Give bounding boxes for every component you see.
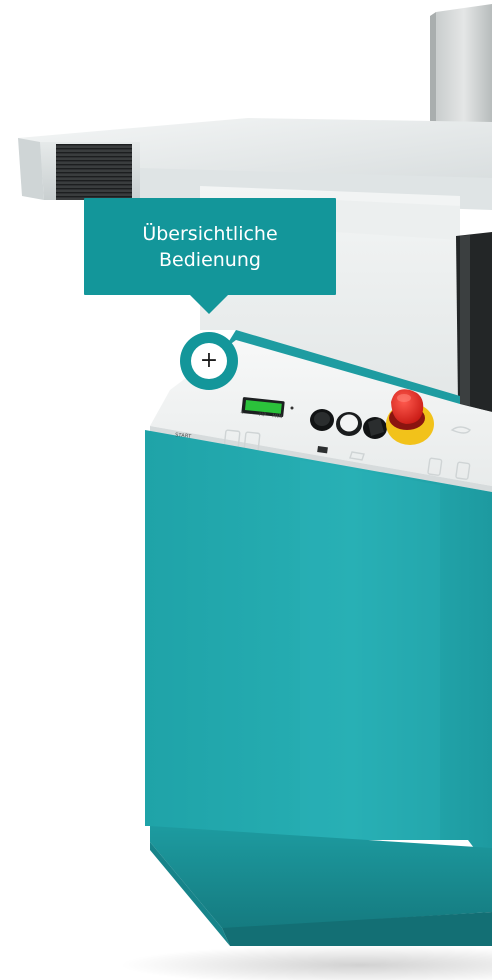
machine-base (150, 826, 492, 928)
keypad-hp: HP (258, 411, 267, 419)
product-scene: START + – HP MIN Übersichtliche Bedienun… (0, 0, 492, 980)
keypad-plus: + (239, 409, 245, 417)
plus-icon: + (199, 347, 219, 373)
feature-tooltip: Übersichtliche Bedienung (84, 198, 336, 295)
keypad-min: MIN (271, 413, 283, 421)
table-rib-block (56, 144, 132, 200)
floor-shadow (120, 945, 492, 980)
hotspot-inner: + (191, 343, 227, 379)
tooltip-arrow (190, 295, 228, 314)
feature-hotspot-button[interactable]: + (180, 332, 238, 390)
machine-illustration (18, 4, 492, 980)
tooltip-line-1: Übersichtliche (142, 222, 278, 245)
tooltip-line-2: Bedienung (159, 248, 261, 271)
keypad-minus: – (250, 410, 254, 418)
